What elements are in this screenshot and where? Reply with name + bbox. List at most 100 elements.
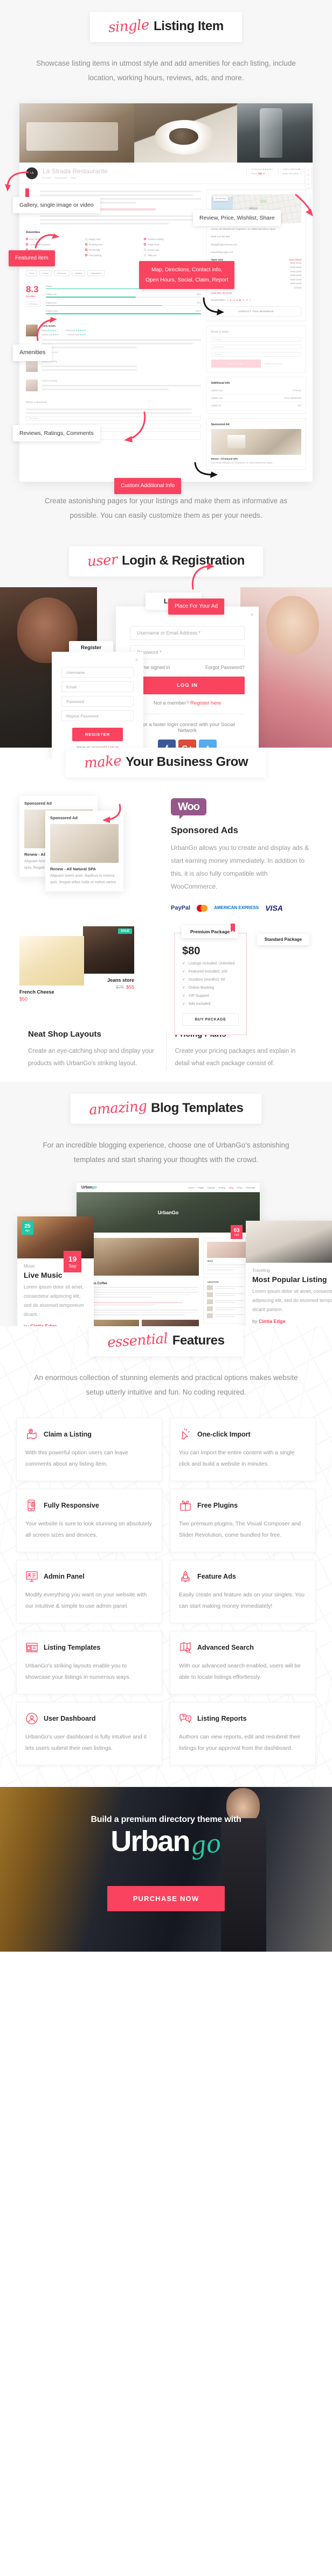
forgot-password-link[interactable]: Forgot Password? — [205, 665, 245, 670]
wishlist-label[interactable]: Add to wish list — [283, 168, 298, 171]
purchase-now-button[interactable]: PURCHASE NOW — [107, 1886, 225, 1912]
twitter-icon[interactable]: ✦ — [307, 178, 309, 181]
register-email-field[interactable]: Email — [61, 681, 134, 693]
register-repeat-password-field[interactable]: Repeat Password — [61, 710, 134, 722]
register-password-field[interactable]: Password — [61, 696, 134, 707]
widget-post[interactable] — [207, 1292, 251, 1297]
sponsored-ad-image[interactable] — [211, 429, 301, 455]
nav-link-active[interactable]: Blog — [229, 1186, 233, 1189]
listing-price-level-off: $$ — [262, 172, 265, 175]
product-card[interactable]: French Cheese $50 — [19, 936, 84, 1002]
pinterest-icon[interactable]: ℗ — [308, 183, 309, 186]
listing-phone: (099) 123 457 890 — [211, 235, 230, 238]
rating-word: Excellent — [26, 294, 36, 298]
password-field[interactable]: Password * — [130, 645, 245, 660]
share-icon[interactable]: ⤴ — [300, 172, 302, 175]
book-now-button[interactable]: BOOK NOW — [211, 360, 261, 368]
get-direction-button[interactable]: Get Direction — [213, 196, 229, 201]
blog-card-text: Lorem ipsum dolor sit amet, consectetur … — [252, 1289, 332, 1313]
blog-card[interactable]: 03 Oct Traveling Most Popular Listing Lo… — [231, 1221, 332, 1327]
sponsored-ad-title: Renew - All Natural SPA — [50, 867, 96, 872]
booking-time-select[interactable]: 7:30 PM ▾ — [211, 352, 301, 357]
feature-text: Two premium plugins, The Visual Composer… — [179, 1521, 301, 1539]
contact-business-button[interactable]: CONTACT THIS BUSINESS — [211, 306, 301, 317]
nav-link[interactable]: Elements — [246, 1186, 255, 1189]
sponsored-ad-title[interactable]: Renew - All Natural SPA — [211, 458, 301, 460]
listing-price-level: $$$ — [258, 172, 262, 175]
feature-title: User Dashboard — [44, 1715, 96, 1723]
listing-email[interactable]: listing@edge-themes.com — [211, 243, 301, 247]
premium-buy-button[interactable]: BUY PACKAGE — [182, 1013, 239, 1026]
blog-card-image: 25 Apr — [17, 1216, 94, 1259]
googleplus-icon[interactable]: G — [243, 299, 244, 301]
feature-title: Listing Templates — [44, 1644, 101, 1652]
widget-post[interactable] — [207, 1285, 251, 1290]
facebook-icon[interactable]: f — [227, 299, 228, 301]
tag-item[interactable]: Groceries — [53, 270, 70, 276]
listing-prices-label: Prices — [251, 172, 258, 175]
blog-card-author[interactable]: Cintia Edge — [259, 1319, 286, 1324]
tag-item[interactable]: Music — [39, 270, 52, 276]
close-icon[interactable]: × — [135, 657, 138, 663]
nav-link[interactable]: Pricing — [219, 1186, 225, 1189]
tag-item[interactable]: Vegetables — [87, 270, 105, 276]
tag-item[interactable]: Food — [26, 270, 38, 276]
premium-package-tab[interactable]: Premium Package — [182, 924, 239, 939]
nav-link[interactable]: Listings — [208, 1186, 215, 1189]
register-username-field[interactable]: Username — [61, 667, 134, 678]
section-title-login: user Login & Registration — [0, 546, 332, 577]
blog-nav-links[interactable]: Home Pages Listings Pricing Blog Shop El… — [188, 1186, 255, 1189]
review-date: February 15, 2017 — [42, 351, 59, 354]
listing-actions-col[interactable]: Add to wish list ♥ Share this place ⤴ — [278, 167, 306, 176]
amenity-label: Dress code — [148, 248, 160, 251]
social-profiles[interactable]: Social Profiles: f ◎ ✦ ● ▶ G ℗ v — [211, 299, 301, 301]
nav-link[interactable]: Pages — [198, 1186, 204, 1189]
pinterest-icon[interactable]: ℗ — [246, 299, 248, 301]
nav-link[interactable]: Home — [188, 1186, 194, 1189]
share-label[interactable]: Share this place — [283, 172, 299, 175]
login-button[interactable]: LOG IN — [130, 677, 245, 695]
twitter-icon[interactable]: ✦ — [233, 299, 234, 301]
booking-date-input[interactable]: 06/24/2018 — [211, 344, 301, 350]
nav-link[interactable]: Shop — [237, 1186, 242, 1189]
heart-icon[interactable]: ♥ — [299, 168, 300, 171]
listing-website[interactable]: www.listing-edge.com — [211, 250, 301, 254]
widget-post[interactable] — [207, 1299, 251, 1304]
review-criteria: Criteria two — [65, 329, 75, 332]
close-icon[interactable]: × — [251, 612, 253, 617]
instagram-icon[interactable]: ◎ — [307, 173, 309, 176]
amenity-item: Happy Hour — [85, 238, 142, 241]
amenity-item: Take out — [144, 254, 201, 257]
listing-rating-col: 12 Review ★★★★☆ Prices $$$ $$ — [246, 167, 278, 176]
sponsored-ad-label: Sponsored Ad — [24, 801, 52, 806]
instagram-icon[interactable]: ◎ — [230, 299, 232, 301]
username-field[interactable]: Username or Email Address * — [130, 626, 245, 641]
blog-card-title[interactable]: Most Popular Listing — [252, 1275, 332, 1284]
widget-post[interactable] — [207, 1313, 251, 1318]
register-button[interactable]: REGISTER — [72, 728, 123, 742]
booking-persons-select[interactable]: 1 Person ▾ — [211, 337, 301, 342]
review-name-input[interactable]: Your Name * — [26, 416, 201, 421]
widget-post[interactable] — [207, 1306, 251, 1311]
youtube-icon[interactable]: ▶ — [239, 299, 241, 301]
social-share-rail[interactable]: f ◎ ✦ ℗ — [306, 166, 311, 188]
map-card: f ◎ ✦ ℗ Get Direction LINCOLN SQUARE — [206, 166, 311, 322]
standard-package-tab[interactable]: Standard Package — [257, 934, 309, 946]
feature-text: With our advanced search enabled, users … — [179, 1663, 301, 1681]
vimeo-icon[interactable]: v — [250, 299, 251, 301]
sponsored-ads-row: Sponsored Ad Renew - All Natural SPA Ali… — [0, 796, 332, 912]
product-old-price: $75 — [115, 984, 124, 990]
blog-card[interactable]: 25 Apr Music Live Music Lorem ipsum dolo… — [17, 1216, 94, 1327]
cta-brand: Urban go — [0, 1827, 332, 1861]
sponsored-ad-card-front[interactable]: Sponsored Ad Renew - All Natural SPA Ali… — [45, 811, 123, 891]
tag-item[interactable]: Healthy — [71, 270, 86, 276]
standard-buy-button[interactable]: BUY PACKAGE — [262, 1018, 308, 1029]
register-here-link[interactable]: Register here — [190, 700, 221, 706]
standard-feature: Ads Excluded — [262, 1008, 283, 1012]
callout-reviews: Reviews, Ratings, Comments — [13, 425, 100, 442]
section-blog-templates: amazing Blog Templates For an incredible… — [0, 1082, 332, 1327]
premium-feature: ✓ Listings Included: Unlimited — [182, 961, 235, 966]
product-card[interactable]: Jeans store $75$55 — [83, 926, 134, 990]
flickr-icon[interactable]: ● — [237, 299, 238, 301]
feature-text: UrbanGo's user dashboard is fully intuit… — [25, 1734, 147, 1752]
